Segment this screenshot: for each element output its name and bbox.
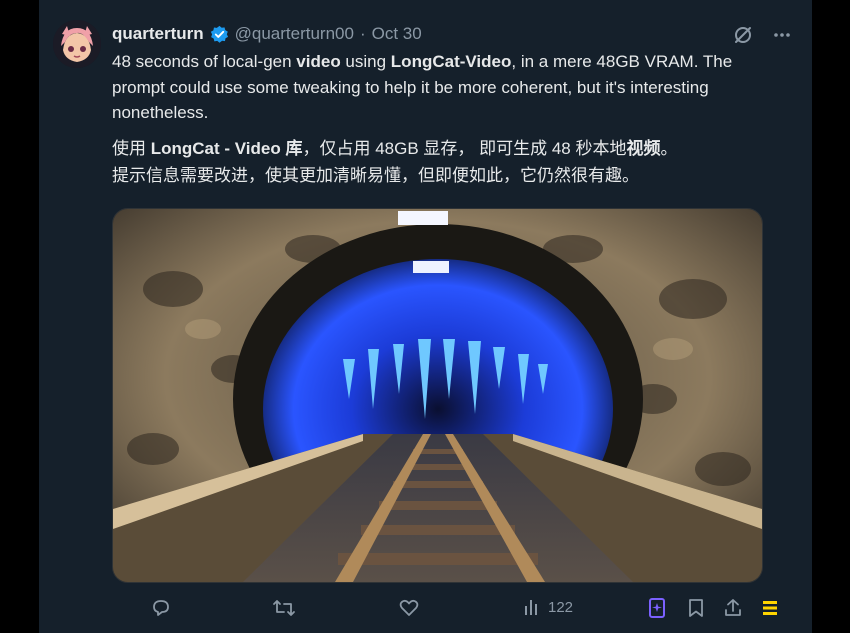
- action-bar: 122: [112, 597, 777, 623]
- like-icon: [398, 597, 420, 619]
- letterbox-right: [812, 0, 850, 633]
- separator-dot: ·: [359, 24, 366, 43]
- more-icon[interactable]: [772, 25, 792, 45]
- text-bold-segment: LongCat - Video 库: [150, 139, 303, 158]
- retweet-button[interactable]: [272, 597, 296, 619]
- text-bold-segment: video: [296, 52, 341, 71]
- premium-icon: [760, 597, 780, 619]
- share-button[interactable]: [722, 597, 744, 619]
- tweet-text-en: 48 seconds of local-gen video using Long…: [112, 49, 782, 126]
- views-icon: [522, 597, 542, 617]
- bookmark-icon: [686, 597, 706, 619]
- tweet-card: quarterturn @quarterturn00 · Oct 30 48 s…: [39, 0, 812, 633]
- like-button[interactable]: [398, 597, 420, 619]
- text-segment: 。: [660, 139, 678, 158]
- reply-icon: [150, 597, 172, 619]
- verified-icon: [210, 25, 229, 44]
- screen: quarterturn @quarterturn00 · Oct 30 48 s…: [0, 0, 850, 633]
- header-actions: [732, 24, 792, 46]
- text-bold-segment: LongCat-Video: [390, 52, 512, 71]
- text-segment: 48 seconds of local-gen: [112, 52, 297, 71]
- text-segment: ，仅占用 48GB 显存， 即可生成 48 秒本地: [302, 139, 627, 158]
- avatar[interactable]: [53, 20, 101, 68]
- text-segment: using: [340, 52, 391, 71]
- share-icon: [722, 597, 744, 619]
- text-bold-segment: 视频: [626, 139, 661, 158]
- grok-explain-button[interactable]: [648, 597, 666, 619]
- views-button[interactable]: 122: [522, 597, 573, 617]
- retweet-icon: [272, 597, 296, 619]
- tweet-date[interactable]: Oct 30: [372, 24, 422, 44]
- tweet-text-zh: 使用 LongCat - Video 库，仅占用 48GB 显存， 即可生成 4…: [112, 135, 782, 189]
- tweet-header: quarterturn @quarterturn00 · Oct 30: [112, 24, 422, 44]
- text-segment: 使用: [112, 139, 151, 158]
- views-count: 122: [548, 598, 574, 616]
- display-name[interactable]: quarterturn: [112, 24, 204, 44]
- zh-line-2: 提示信息需要改进，使其更加清晰易懂，但即便如此，它仍然很有趣。: [112, 166, 639, 185]
- tunnel-image: [113, 209, 762, 582]
- grok-explain-icon: [648, 597, 666, 619]
- zh-line-1: 使用 LongCat - Video 库，仅占用 48GB 显存， 即可生成 4…: [112, 135, 782, 162]
- tweet-media-video[interactable]: [112, 208, 763, 583]
- grok-icon[interactable]: [732, 24, 754, 46]
- reply-button[interactable]: [150, 597, 172, 619]
- letterbox-left: [0, 0, 39, 633]
- bookmark-button[interactable]: [686, 597, 706, 619]
- premium-button[interactable]: [760, 597, 780, 619]
- handle[interactable]: @quarterturn00: [235, 24, 354, 44]
